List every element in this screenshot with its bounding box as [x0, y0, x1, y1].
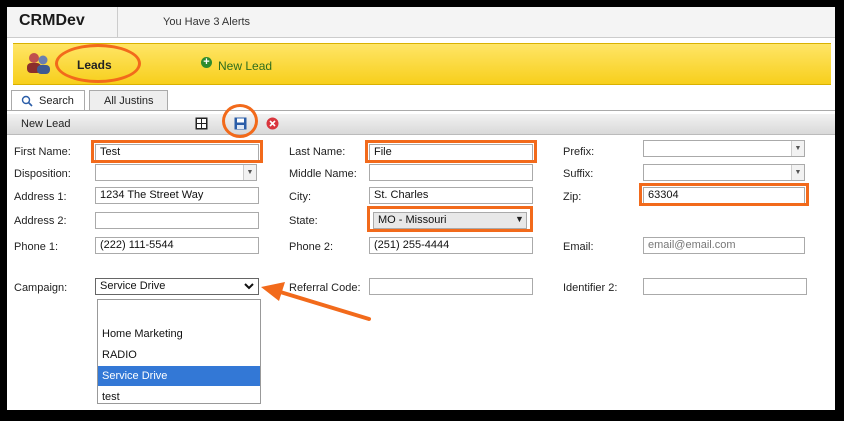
address1-field[interactable]: 1234 The Street Way: [95, 187, 259, 204]
campaign-dropdown-list: Home Marketing RADIO Service Drive test: [97, 299, 261, 404]
search-icon: [21, 95, 33, 107]
tab-all-justins[interactable]: All Justins: [89, 90, 168, 110]
address1-label: Address 1:: [14, 191, 67, 203]
alerts-link[interactable]: You Have 3 Alerts: [163, 16, 250, 28]
middle-name-field[interactable]: [369, 164, 533, 181]
disposition-select[interactable]: [95, 164, 257, 181]
dropdown-option[interactable]: Home Marketing: [98, 324, 260, 344]
phone2-label: Phone 2:: [289, 241, 334, 253]
campaign-label: Campaign:: [14, 282, 68, 294]
highlight-zip: [639, 183, 809, 206]
add-icon[interactable]: +: [201, 57, 212, 68]
campaign-select[interactable]: Service Drive: [95, 278, 259, 295]
city-label: City:: [289, 191, 311, 203]
last-name-label: Last Name:: [289, 146, 346, 158]
suffix-label: Suffix:: [563, 168, 594, 180]
dropdown-option[interactable]: RADIO: [98, 345, 260, 365]
annotation-arrow: [261, 282, 371, 321]
disposition-label: Disposition:: [14, 168, 71, 180]
phone1-label: Phone 1:: [14, 241, 59, 253]
app-window: CRMDev You Have 3 Alerts Leads + New Lea…: [7, 7, 835, 410]
state-label: State:: [289, 215, 318, 227]
tab-label: All Justins: [104, 95, 154, 107]
dropdown-option[interactable]: [98, 302, 260, 322]
highlight-last-name: [365, 140, 537, 163]
city-field[interactable]: St. Charles: [369, 187, 533, 204]
email-field[interactable]: email@email.com: [643, 237, 805, 254]
people-icon: [27, 53, 50, 74]
dropdown-option[interactable]: test: [98, 387, 260, 407]
grid-icon[interactable]: [195, 117, 208, 130]
new-lead-link[interactable]: New Lead: [218, 59, 272, 73]
middle-name-label: Middle Name:: [289, 168, 357, 180]
chevron-down-icon[interactable]: ▼: [791, 141, 804, 156]
highlight-save-oval: [222, 104, 258, 138]
top-bar: CRMDev You Have 3 Alerts: [7, 7, 835, 38]
chevron-down-icon[interactable]: [244, 283, 254, 290]
toolbar-title: New Lead: [21, 118, 71, 130]
dropdown-option-selected[interactable]: Service Drive: [98, 366, 260, 386]
app-logo: CRMDev: [19, 12, 85, 29]
highlight-state: [367, 206, 533, 232]
chevron-down-icon[interactable]: ▼: [791, 165, 804, 180]
address2-field[interactable]: [95, 212, 259, 229]
zip-label: Zip:: [563, 191, 582, 203]
identifier2-label: Identifier 2:: [563, 282, 618, 294]
chevron-down-icon[interactable]: ▼: [243, 165, 256, 180]
prefix-select[interactable]: [643, 140, 805, 157]
identifier2-field[interactable]: [643, 278, 807, 295]
address2-label: Address 2:: [14, 215, 67, 227]
referral-code-field[interactable]: [369, 278, 533, 295]
divider: [117, 7, 118, 37]
highlight-first-name: [91, 140, 263, 163]
tab-label: Search: [39, 95, 74, 107]
tab-divider: [7, 110, 835, 111]
highlight-leads-oval: [55, 44, 141, 83]
suffix-select[interactable]: [643, 164, 805, 181]
email-label: Email:: [563, 241, 594, 253]
first-name-label: First Name:: [14, 146, 71, 158]
toolbar: New Lead: [7, 114, 835, 135]
cancel-icon[interactable]: [266, 117, 279, 130]
phone1-field[interactable]: (222) 111-5544: [95, 237, 259, 254]
prefix-label: Prefix:: [563, 146, 595, 158]
phone2-field[interactable]: (251) 255-4444: [369, 237, 533, 254]
tab-search[interactable]: Search: [11, 90, 85, 111]
